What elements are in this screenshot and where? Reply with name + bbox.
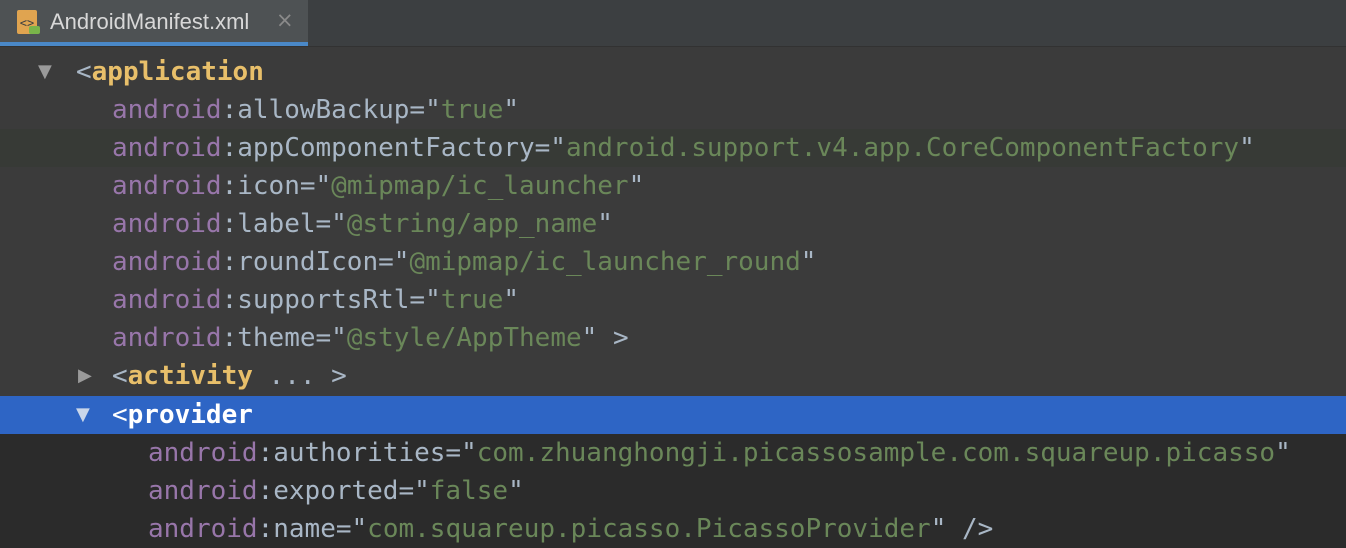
xml-editor[interactable]: ▼ <application android:allowBackup="true… — [0, 47, 1346, 546]
attr-supportsRtl: android:supportsRtl="true" — [112, 285, 520, 315]
activity-tag-line[interactable]: <activity ... > — [112, 357, 347, 395]
attr-appComponentFactory: android:appComponentFactory="android.sup… — [112, 133, 1255, 163]
provider-tag-line: <provider — [112, 400, 253, 430]
attr-label: android:label="@string/app_name" — [112, 209, 613, 239]
attr-icon: android:icon="@mipmap/ic_launcher" — [112, 171, 645, 201]
xml-file-icon: <> — [17, 10, 40, 34]
attr-theme: android:theme="@style/AppTheme" > — [112, 323, 629, 353]
attr-name: android:name="com.squareup.picasso.Picas… — [148, 514, 994, 544]
fold-expanded-icon[interactable]: ▼ — [76, 396, 90, 434]
editor-tab-bar: <> AndroidManifest.xml × — [0, 0, 1346, 47]
attr-authorities: android:authorities="com.zhuanghongji.pi… — [148, 438, 1291, 468]
fold-expanded-icon[interactable]: ▼ — [38, 53, 52, 91]
attr-exported: android:exported="false" — [148, 476, 524, 506]
tag-application: application — [91, 57, 264, 87]
tag-provider: provider — [127, 400, 253, 430]
attr-roundIcon: android:roundIcon="@mipmap/ic_launcher_r… — [112, 247, 817, 277]
close-icon[interactable]: × — [276, 8, 294, 32]
tab-label: AndroidManifest.xml — [50, 9, 250, 34]
application-tag-line: <application — [76, 57, 264, 87]
attr-allowBackup: android:allowBackup="true" — [112, 95, 520, 125]
tag-activity: activity — [127, 361, 253, 391]
fold-collapsed-icon[interactable]: ▶ — [78, 357, 92, 395]
tab-androidmanifest[interactable]: <> AndroidManifest.xml × — [0, 0, 308, 46]
